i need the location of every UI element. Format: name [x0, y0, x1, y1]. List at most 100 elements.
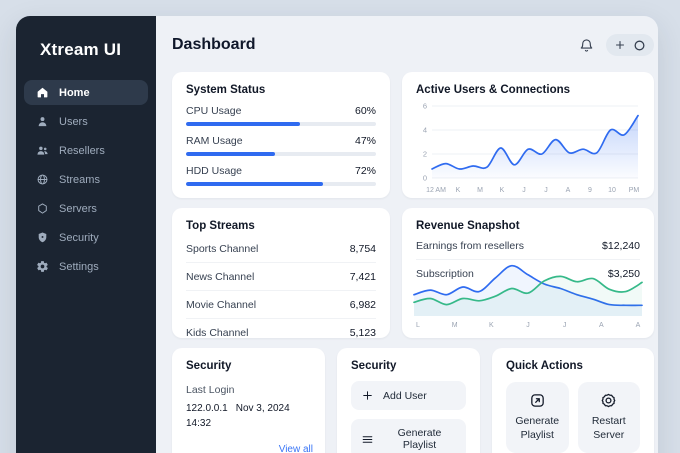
stream-value: 5,123 — [349, 326, 376, 339]
stream-value: 8,754 — [349, 242, 376, 255]
app-logo: Xtream UI — [40, 40, 122, 59]
svg-text:0: 0 — [423, 174, 427, 183]
revenue-chart-svg: LMKJJAA — [413, 264, 643, 329]
stream-label: Movie Channel — [186, 298, 257, 311]
security-info-card: Security Last Login 122.0.0.1 Nov 3, 202… — [172, 348, 325, 453]
stream-row: Movie Channel 6,982 — [186, 291, 376, 319]
app-window: Xtream UI Home Users Resellers Streams Serve… — [16, 16, 658, 453]
progress-bar-fill — [186, 122, 300, 126]
metric-value: 60% — [354, 105, 376, 117]
server-icon — [36, 202, 49, 215]
svg-text:9: 9 — [588, 187, 592, 194]
gear-icon — [36, 260, 49, 273]
security-actions-title: Security — [351, 360, 397, 372]
add-user-button[interactable]: Add User — [351, 381, 466, 410]
system-status-title: System Status — [186, 84, 266, 96]
page-title: Dashboard — [172, 36, 256, 53]
last-login-label: Last Login — [186, 384, 235, 396]
last-login-ip: 122.0.0.1 — [186, 403, 228, 414]
svg-text:J: J — [526, 322, 530, 329]
plus-icon — [361, 389, 374, 402]
metric-hdd: HDD Usage 72% — [186, 165, 376, 186]
svg-text:J: J — [544, 187, 548, 194]
sidebar-item-security[interactable]: Security — [24, 225, 148, 250]
stream-label: Sports Channel — [186, 242, 259, 255]
svg-text:K: K — [500, 187, 505, 194]
progress-bar-track — [186, 152, 376, 156]
generate-playlist-button[interactable]: Generate Playlist — [351, 419, 466, 453]
quick-actions-buttons: Generate Playlist Restart Server — [506, 382, 640, 453]
button-label: Generate Playlist — [515, 415, 560, 441]
active-users-card: Active Users & Connections 0 2 4 6 12 AM K M K J… — [402, 72, 654, 198]
plus-icon — [614, 39, 626, 51]
sidebar: Xtream UI Home Users Resellers Streams Serve… — [16, 16, 156, 453]
sidebar-item-label: Servers — [59, 202, 97, 215]
sidebar-item-label: Settings — [59, 260, 99, 273]
svg-text:M: M — [477, 187, 483, 194]
svg-text:PM: PM — [629, 187, 640, 194]
sidebar-nav: Home Users Resellers Streams Servers Security… — [24, 80, 148, 279]
svg-text:K: K — [489, 322, 494, 329]
stream-value: 6,982 — [349, 298, 376, 311]
row-2: Top Streams Sports Channel 8,754 News Chan… — [172, 208, 654, 339]
progress-bar-fill — [186, 182, 323, 186]
metric-label: RAM Usage — [186, 135, 243, 147]
revenue-row-value: $12,240 — [602, 240, 640, 252]
globe-icon — [36, 173, 49, 186]
active-users-title: Active Users & Connections — [416, 84, 571, 96]
metric-cpu: CPU Usage 60% — [186, 105, 376, 126]
list-icon — [361, 433, 374, 446]
stream-label: Kids Channel — [186, 326, 249, 339]
avatar-circle-icon — [633, 39, 646, 52]
users-icon — [36, 144, 49, 157]
metric-label: CPU Usage — [186, 105, 242, 117]
progress-bar-track — [186, 182, 376, 186]
system-status-metrics: CPU Usage 60% RAM Usage 47% HDD Usage 72% — [186, 105, 376, 186]
last-login-time: 14:32 — [186, 418, 212, 429]
stream-row: Sports Channel 8,754 — [186, 235, 376, 263]
main-content: Dashboard System Status CPU Usage 60% RA… — [156, 16, 658, 453]
home-icon — [36, 86, 49, 99]
revenue-title: Revenue Snapshot — [416, 220, 520, 232]
view-all-link[interactable]: View all — [279, 444, 313, 453]
sidebar-item-settings[interactable]: Settings — [24, 254, 148, 279]
button-label: Add User — [383, 389, 427, 402]
svg-text:J: J — [563, 322, 567, 329]
playlist-icon — [529, 392, 546, 409]
shield-icon — [36, 231, 49, 244]
svg-text:K: K — [456, 187, 461, 194]
sidebar-item-resellers[interactable]: Resellers — [24, 138, 148, 163]
row-1: System Status CPU Usage 60% RAM Usage 47% HD… — [172, 72, 654, 198]
topbar-actions — [576, 34, 654, 56]
quick-actions-title: Quick Actions — [506, 360, 583, 372]
svg-text:M: M — [452, 322, 458, 329]
sidebar-item-streams[interactable]: Streams — [24, 167, 148, 192]
svg-text:6: 6 — [423, 102, 427, 111]
revenue-snapshot-card: Revenue Snapshot Earnings from resellers… — [402, 208, 654, 338]
user-menu-button[interactable] — [606, 34, 654, 56]
quick-actions-card: Quick Actions Generate Playlist Restart S… — [492, 348, 654, 453]
sidebar-item-label: Resellers — [59, 144, 105, 157]
generate-playlist-button[interactable]: Generate Playlist — [506, 382, 569, 453]
topbar: Dashboard — [172, 30, 654, 60]
sidebar-item-servers[interactable]: Servers — [24, 196, 148, 221]
svg-text:L: L — [416, 322, 420, 329]
notifications-bell-icon[interactable] — [576, 35, 596, 55]
metric-value: 47% — [354, 135, 376, 147]
sidebar-item-users[interactable]: Users — [24, 109, 148, 134]
stream-row: News Channel 7,421 — [186, 263, 376, 291]
top-streams-title: Top Streams — [186, 220, 255, 232]
security-actions-buttons: Add User Generate Playlist — [351, 381, 466, 453]
restart-server-button[interactable]: Restart Server — [577, 382, 640, 453]
svg-text:A: A — [599, 322, 604, 329]
sidebar-item-home[interactable]: Home — [24, 80, 148, 105]
button-label: Generate Playlist — [397, 427, 442, 451]
svg-text:12 AM: 12 AM — [426, 187, 446, 194]
svg-text:A: A — [636, 322, 641, 329]
metric-value: 72% — [354, 165, 376, 177]
sidebar-item-label: Users — [59, 115, 88, 128]
sidebar-item-label: Security — [59, 231, 99, 244]
revenue-row-label: Earnings from resellers — [416, 240, 524, 252]
metric-label: HDD Usage — [186, 165, 243, 177]
row-3: Security Last Login 122.0.0.1 Nov 3, 202… — [172, 348, 654, 453]
